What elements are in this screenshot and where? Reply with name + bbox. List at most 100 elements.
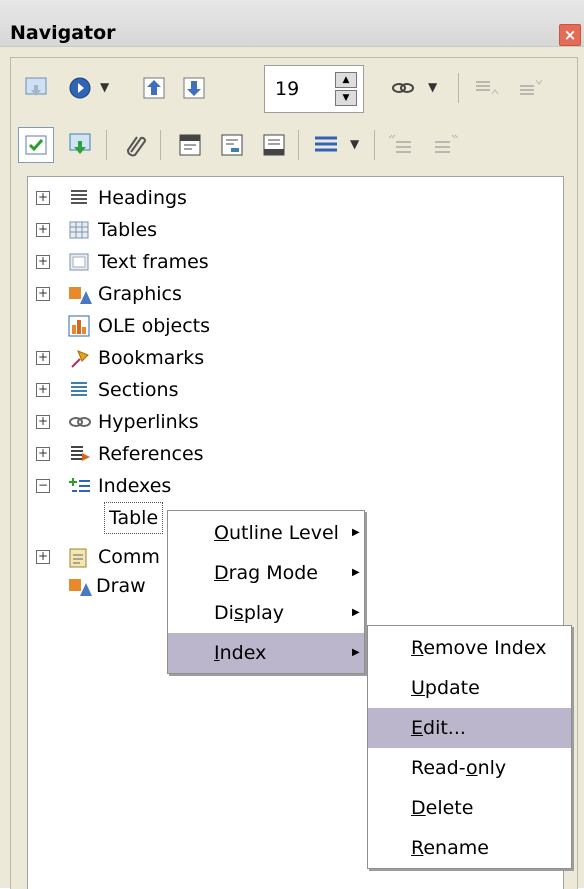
submenu-item-delete[interactable]: Delete <box>368 788 571 828</box>
submenu-arrow-icon: ▶ <box>352 647 360 658</box>
tree-item-label: Graphics <box>98 283 182 305</box>
tree-item-label: Indexes <box>98 475 172 497</box>
menu-item-label: Index <box>214 642 267 664</box>
tree-item-bookmarks[interactable]: + Bookmarks <box>36 342 336 374</box>
previous-next-icon[interactable] <box>62 70 98 106</box>
stepper-down-icon[interactable]: ▼ <box>335 90 357 106</box>
text-frames-icon <box>68 251 90 273</box>
submenu-item-read-only[interactable]: Read-only <box>368 748 571 788</box>
toolbar-separator <box>160 130 161 160</box>
menu-item-display[interactable]: Display ▶ <box>168 593 364 633</box>
menu-item-outline-level[interactable]: Outline Level ▶ <box>168 513 364 553</box>
tree-item-drawing-objects[interactable]: Draw <box>68 570 178 602</box>
stepper-buttons: ▲ ▼ <box>335 72 357 106</box>
toolbar-separator <box>374 130 375 160</box>
navigator-window: Navigator × ▼ 19 ▲ ▼ ▼ ▼ + Headings + Ta… <box>0 0 584 889</box>
graphics-icon <box>68 283 92 305</box>
menu-item-label: Edit... <box>411 717 466 739</box>
tree-item-label: References <box>98 443 204 465</box>
bookmarks-icon <box>68 347 90 369</box>
tree-item-comments[interactable]: + Comm <box>36 541 176 573</box>
previous-icon[interactable] <box>136 70 172 106</box>
expand-icon[interactable]: + <box>36 550 50 564</box>
submenu-arrow-icon: ▶ <box>352 567 360 578</box>
demote-level-icon[interactable] <box>512 70 548 106</box>
submenu-arrow-icon: ▶ <box>352 607 360 618</box>
tables-icon <box>68 219 90 241</box>
menu-item-label: Display <box>214 602 285 624</box>
context-menu: Outline Level ▶ Drag Mode ▶ Display ▶ Index ▶ <box>167 510 365 674</box>
promote-level-icon[interactable] <box>468 70 504 106</box>
headings-icon <box>68 187 90 209</box>
submenu-item-edit[interactable]: Edit... <box>368 708 571 748</box>
heading-levels-icon[interactable] <box>308 127 344 163</box>
expand-icon[interactable]: + <box>36 447 50 461</box>
tree-item-hyperlinks[interactable]: + Hyperlinks <box>36 406 336 438</box>
expand-icon[interactable]: + <box>36 191 50 205</box>
expand-icon[interactable]: + <box>36 415 50 429</box>
tree-item-graphics[interactable]: + Graphics <box>36 278 336 310</box>
content-view-icon[interactable] <box>18 127 54 163</box>
window-title: Navigator <box>10 22 116 44</box>
page-number-value[interactable]: 19 <box>275 78 299 100</box>
paperclip-icon[interactable] <box>118 127 154 163</box>
menu-item-drag-mode[interactable]: Drag Mode ▶ <box>168 553 364 593</box>
indexes-icon <box>68 475 90 497</box>
expand-icon[interactable]: + <box>36 351 50 365</box>
tree-item-text-frames[interactable]: + Text frames <box>36 246 336 278</box>
menu-item-label: Delete <box>411 797 474 819</box>
anchor-text-icon[interactable] <box>256 127 292 163</box>
tree-item-label: Text frames <box>98 251 209 273</box>
collapse-icon[interactable]: − <box>36 479 50 493</box>
chevron-down-icon[interactable]: ▼ <box>350 137 359 151</box>
tree-item-label: OLE objects <box>98 315 211 337</box>
tree-item-tables[interactable]: + Tables <box>36 214 336 246</box>
tree-item-sections[interactable]: + Sections <box>36 374 336 406</box>
chevron-down-icon[interactable]: ▼ <box>100 80 109 94</box>
menu-item-label: Read-only <box>411 757 507 779</box>
tree-item-label: Draw <box>96 575 146 597</box>
chevron-down-icon[interactable]: ▼ <box>428 80 437 94</box>
navigation-icon[interactable] <box>18 70 54 106</box>
page-number-stepper[interactable]: 19 ▲ ▼ <box>264 65 364 113</box>
ole-objects-icon <box>68 315 90 337</box>
toolbar-separator <box>298 130 299 160</box>
footer-icon[interactable] <box>214 127 250 163</box>
header-icon[interactable] <box>172 127 208 163</box>
close-icon: × <box>563 26 577 44</box>
next-icon[interactable] <box>176 70 212 106</box>
tree-item-ole-objects[interactable]: OLE objects <box>36 310 336 342</box>
demote-chapter-icon[interactable] <box>428 127 464 163</box>
submenu-item-remove-index[interactable]: Remove Index <box>368 628 571 668</box>
tree-item-label: Tables <box>98 219 158 241</box>
menu-item-label: Outline Level <box>214 522 339 544</box>
expand-icon[interactable]: + <box>36 287 50 301</box>
tree-item-references[interactable]: + References <box>36 438 336 470</box>
menu-item-index[interactable]: Index ▶ <box>168 633 364 673</box>
tree-item-label: Headings <box>98 187 187 209</box>
toolbar-separator <box>458 73 459 103</box>
menu-item-label: Remove Index <box>411 637 547 659</box>
tree-item-label: Table <box>109 507 159 529</box>
tree-item-label: Sections <box>98 379 179 401</box>
tree-item-label: Hyperlinks <box>98 411 199 433</box>
tree-item-headings[interactable]: + Headings <box>36 182 336 214</box>
tree-item-indexes[interactable]: − Indexes <box>36 470 336 502</box>
close-button[interactable]: × <box>559 24 581 46</box>
hyperlinks-icon <box>68 411 91 433</box>
submenu-arrow-icon: ▶ <box>352 527 360 538</box>
submenu-item-update[interactable]: Update <box>368 668 571 708</box>
hyperlink-icon[interactable] <box>385 70 421 106</box>
submenu-item-rename[interactable]: Rename <box>368 828 571 868</box>
references-icon <box>68 443 90 465</box>
set-reminder-icon[interactable] <box>63 127 99 163</box>
stepper-up-icon[interactable]: ▲ <box>335 72 357 88</box>
expand-icon[interactable]: + <box>36 255 50 269</box>
drawing-objects-icon <box>68 575 92 597</box>
comments-icon <box>68 546 90 568</box>
expand-icon[interactable]: + <box>36 223 50 237</box>
tree-item-table-of-contents[interactable]: Table <box>104 502 164 534</box>
promote-chapter-icon[interactable] <box>382 127 418 163</box>
expand-icon[interactable]: + <box>36 383 50 397</box>
menu-item-label: Update <box>411 677 480 699</box>
